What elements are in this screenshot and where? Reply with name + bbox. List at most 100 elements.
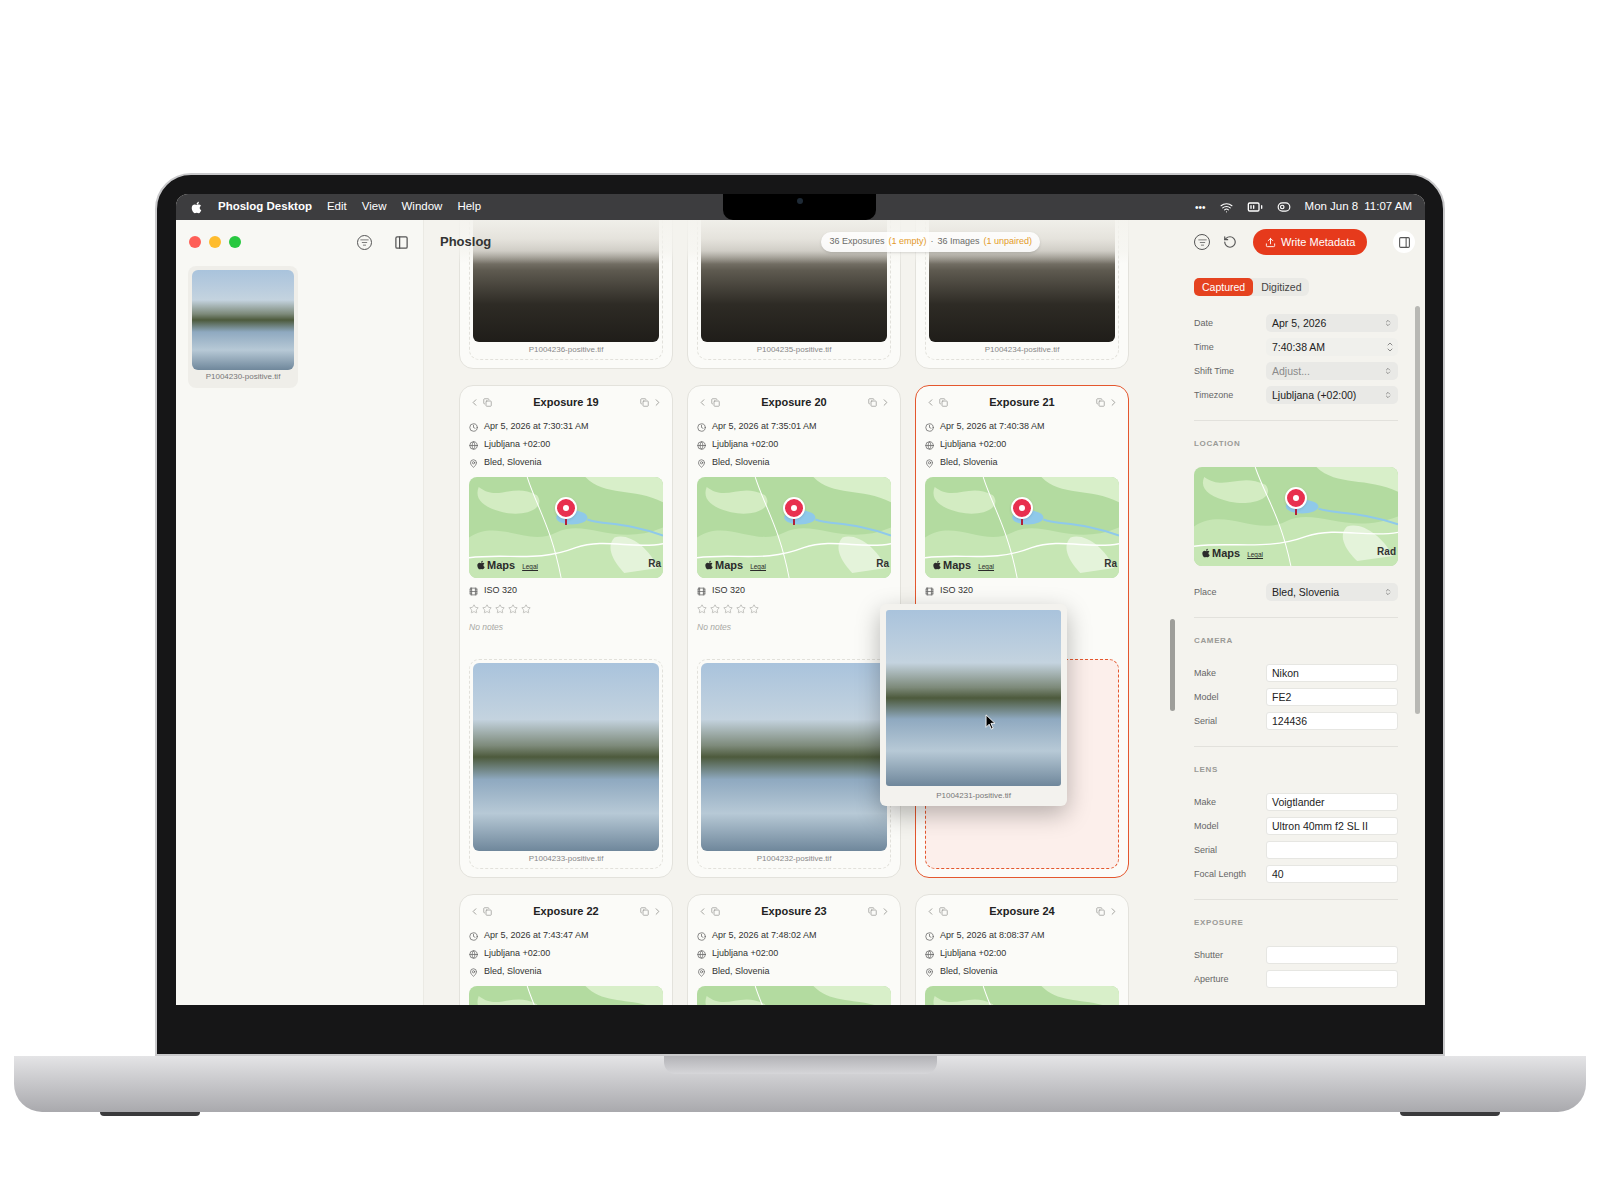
- map[interactable]: [925, 986, 1119, 1005]
- previous-icon[interactable]: [925, 906, 936, 917]
- menu-item[interactable]: Edit: [327, 198, 347, 215]
- previous-icon[interactable]: [469, 397, 480, 408]
- filter-icon[interactable]: [357, 235, 372, 250]
- notes[interactable]: No notes: [469, 618, 663, 636]
- image-slot[interactable]: P1004233-positive.tif: [469, 659, 663, 869]
- text-field[interactable]: 40: [1266, 865, 1398, 883]
- notes[interactable]: No notes: [697, 618, 891, 636]
- copy-icon[interactable]: [868, 907, 877, 916]
- photo[interactable]: [473, 663, 659, 851]
- copy-icon[interactable]: [640, 398, 649, 407]
- copy-icon[interactable]: [939, 907, 948, 916]
- menu-item[interactable]: View: [362, 198, 387, 215]
- decrement-icon[interactable]: [1386, 346, 1394, 354]
- map-legal-link[interactable]: Legal: [978, 563, 994, 571]
- star-icon[interactable]: [521, 604, 531, 614]
- star-icon[interactable]: [697, 604, 707, 614]
- stepper-field[interactable]: 7:40:38 AM: [1266, 338, 1398, 356]
- text-field[interactable]: Ultron 40mm f2 SL II: [1266, 817, 1398, 835]
- unpaired-image[interactable]: P1004230-positive.tif: [188, 266, 298, 388]
- exposure-card[interactable]: Exposure 24Apr 5, 2026 at 8:08:37 AMLjub…: [915, 894, 1129, 1005]
- star-icon[interactable]: [710, 604, 720, 614]
- filter-icon[interactable]: [1194, 234, 1210, 250]
- copy-icon[interactable]: [483, 398, 492, 407]
- next-icon[interactable]: [652, 906, 663, 917]
- select-field[interactable]: Ljubljana (+02:00): [1266, 386, 1398, 404]
- next-icon[interactable]: [652, 397, 663, 408]
- write-metadata-button[interactable]: Write Metadata: [1253, 229, 1367, 255]
- star-icon[interactable]: [469, 604, 479, 614]
- text-field[interactable]: FE2: [1266, 688, 1398, 706]
- photo[interactable]: [701, 663, 887, 851]
- next-icon[interactable]: [1108, 906, 1119, 917]
- star-icon[interactable]: [508, 604, 518, 614]
- inspector-scrollbar[interactable]: [1415, 306, 1420, 714]
- previous-icon[interactable]: [697, 397, 708, 408]
- drag-preview[interactable]: P1004231-positive.tif: [880, 604, 1067, 806]
- close-button[interactable]: [189, 236, 201, 248]
- next-icon[interactable]: [880, 397, 891, 408]
- copy-icon[interactable]: [483, 907, 492, 916]
- exposure-card[interactable]: Exposure 20Apr 5, 2026 at 7:35:01 AMLjub…: [687, 385, 901, 878]
- text-field[interactable]: 124436: [1266, 712, 1398, 730]
- app-menu[interactable]: Phoslog Desktop: [218, 198, 312, 215]
- map[interactable]: MapsLegalRa: [697, 477, 891, 578]
- clock[interactable]: Mon Jun 811:07 AM: [1305, 198, 1412, 215]
- select-field[interactable]: Apr 5, 2026: [1266, 314, 1398, 332]
- scrollbar[interactable]: [1170, 619, 1175, 711]
- previous-icon[interactable]: [697, 906, 708, 917]
- image-slot[interactable]: P1004232-positive.tif: [697, 659, 891, 869]
- revert-icon[interactable]: [1223, 235, 1237, 249]
- map-legal-link[interactable]: Legal: [1247, 551, 1263, 559]
- text-field[interactable]: Voigtlander: [1266, 793, 1398, 811]
- overflow-menu[interactable]: •••: [1195, 200, 1206, 215]
- star-icon[interactable]: [736, 604, 746, 614]
- next-icon[interactable]: [1108, 397, 1119, 408]
- select-field[interactable]: Bled, Slovenia: [1266, 583, 1398, 601]
- map[interactable]: MapsLegalRa: [925, 477, 1119, 578]
- segment[interactable]: Captured: [1194, 278, 1253, 296]
- copy-icon[interactable]: [1096, 398, 1105, 407]
- select-field[interactable]: Adjust...: [1266, 362, 1398, 380]
- copy-icon[interactable]: [939, 398, 948, 407]
- menu-item[interactable]: Help: [457, 198, 481, 215]
- map[interactable]: [697, 986, 891, 1005]
- star-rating[interactable]: [697, 600, 891, 618]
- text-field[interactable]: Nikon: [1266, 664, 1398, 682]
- star-icon[interactable]: [482, 604, 492, 614]
- text-field[interactable]: [1266, 841, 1398, 859]
- menu-item[interactable]: Window: [401, 198, 442, 215]
- map[interactable]: MapsLegalRad: [1194, 467, 1398, 566]
- previous-icon[interactable]: [925, 397, 936, 408]
- sidebar-toggle-icon[interactable]: [394, 235, 409, 250]
- star-rating[interactable]: [469, 600, 663, 618]
- copy-icon[interactable]: [711, 907, 720, 916]
- copy-icon[interactable]: [640, 907, 649, 916]
- photo[interactable]: [192, 270, 294, 370]
- copy-icon[interactable]: [1096, 907, 1105, 916]
- increment-icon[interactable]: [1386, 340, 1394, 348]
- zoom-button[interactable]: [229, 236, 241, 248]
- minimize-button[interactable]: [209, 236, 221, 248]
- exposure-card[interactable]: Exposure 19Apr 5, 2026 at 7:30:31 AMLjub…: [459, 385, 673, 878]
- star-icon[interactable]: [749, 604, 759, 614]
- map-legal-link[interactable]: Legal: [750, 563, 766, 571]
- copy-icon[interactable]: [868, 398, 877, 407]
- exposure-card[interactable]: Exposure 23Apr 5, 2026 at 7:48:02 AMLjub…: [687, 894, 901, 1005]
- photo[interactable]: [886, 610, 1061, 786]
- next-icon[interactable]: [880, 906, 891, 917]
- previous-icon[interactable]: [469, 906, 480, 917]
- star-icon[interactable]: [723, 604, 733, 614]
- map-legal-link[interactable]: Legal: [522, 563, 538, 571]
- text-field[interactable]: [1266, 970, 1398, 988]
- segment[interactable]: Digitized: [1253, 278, 1309, 296]
- map[interactable]: MapsLegalRa: [469, 477, 663, 578]
- wifi-icon[interactable]: [1220, 201, 1233, 214]
- control-center-icon[interactable]: [1277, 200, 1291, 214]
- star-icon[interactable]: [495, 604, 505, 614]
- text-field[interactable]: [1266, 946, 1398, 964]
- apple-icon[interactable]: [190, 201, 203, 214]
- battery-icon[interactable]: [1247, 199, 1263, 215]
- copy-icon[interactable]: [711, 398, 720, 407]
- inspector-toggle[interactable]: [1393, 231, 1415, 253]
